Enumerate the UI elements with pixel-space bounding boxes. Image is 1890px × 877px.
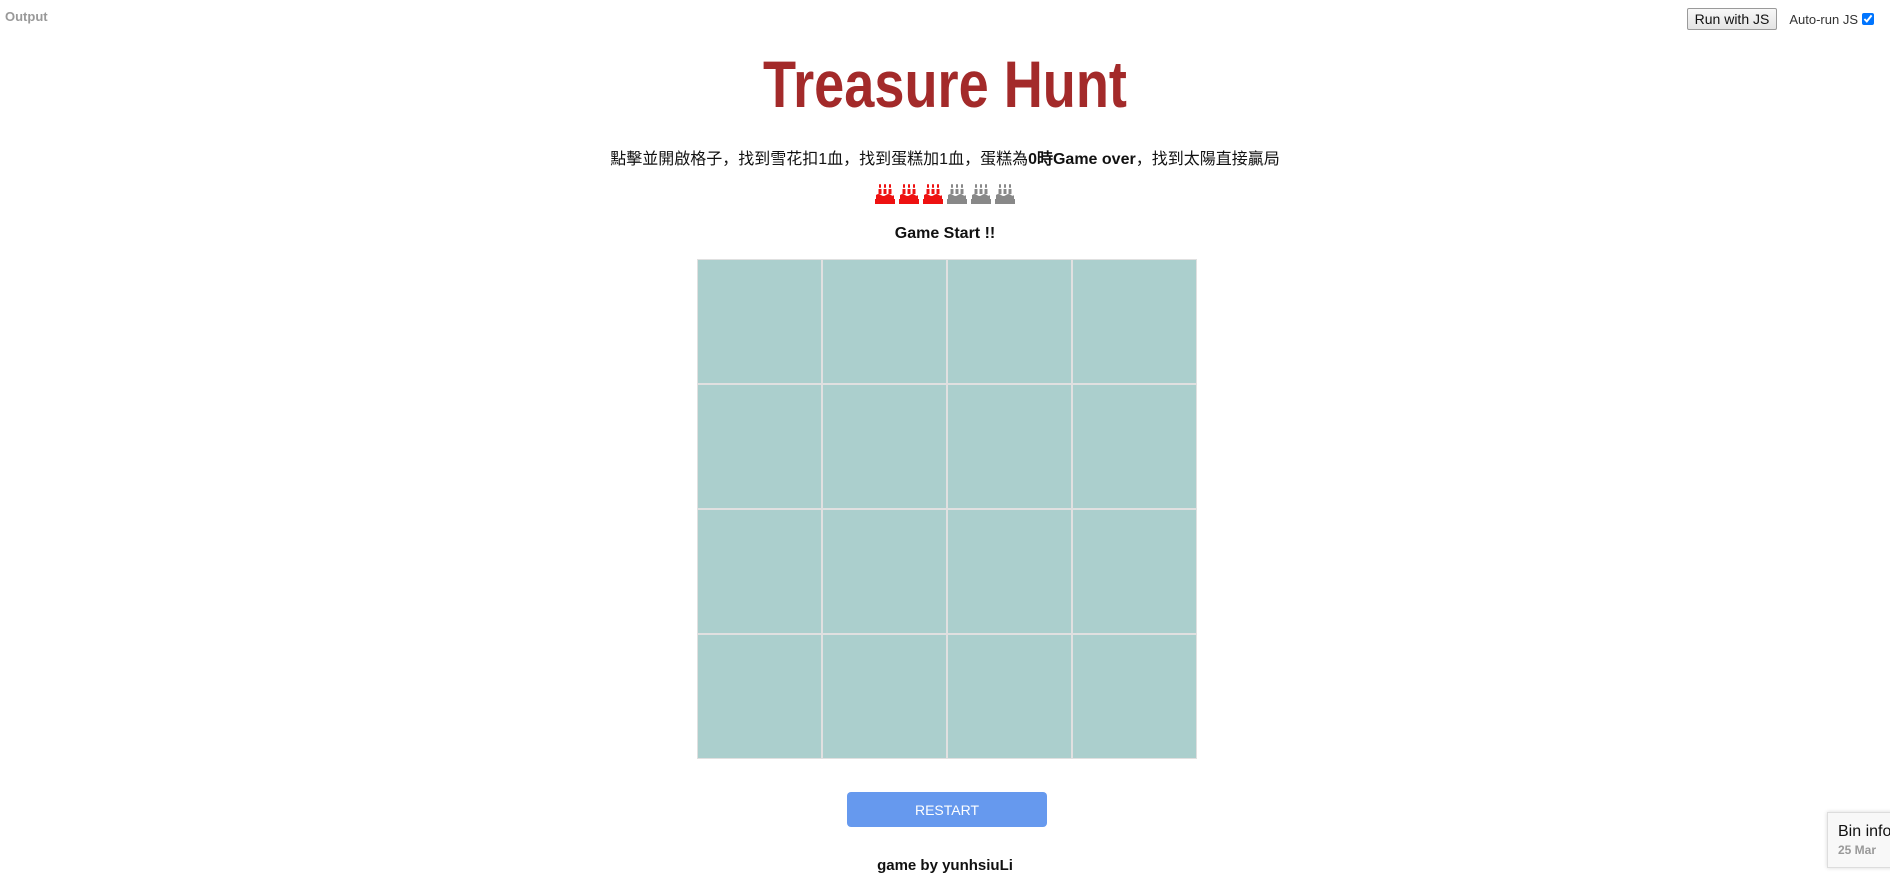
autorun-checkbox[interactable]: [1862, 13, 1874, 25]
game-status: Game Start !!: [894, 225, 996, 242]
restart-button[interactable]: RESTART: [847, 792, 1047, 827]
board-cell[interactable]: [1073, 260, 1196, 383]
cake-icon: [971, 183, 991, 205]
lives-bar: [0, 183, 1890, 205]
cake-icon: [923, 183, 943, 205]
board-cell[interactable]: [698, 260, 821, 383]
board-cell[interactable]: [948, 260, 1071, 383]
cake-icon: [875, 183, 895, 205]
board-cell[interactable]: [948, 510, 1071, 633]
board-cell[interactable]: [823, 510, 946, 633]
board-cell[interactable]: [698, 510, 821, 633]
game-credit: game by yunhsiuLi: [877, 857, 1013, 874]
autorun-toggle[interactable]: Auto-run JS: [1789, 12, 1874, 27]
board-cell[interactable]: [1073, 510, 1196, 633]
board-cell[interactable]: [1073, 385, 1196, 508]
instructions-part3: ，找到太陽直接贏局: [1135, 151, 1280, 168]
game-title: Treasure Hunt: [763, 47, 1127, 121]
bin-info-panel[interactable]: Bin info 25 Mar: [1827, 812, 1890, 868]
cake-icon: [947, 183, 967, 205]
cake-icon: [899, 183, 919, 205]
board-cell[interactable]: [948, 635, 1071, 758]
instructions-part1: 點擊並開啟格子，找到雪花扣1血，找到蛋糕加1血，蛋糕為: [610, 151, 1029, 168]
cake-icon: [995, 183, 1015, 205]
autorun-label: Auto-run JS: [1789, 11, 1858, 27]
game-board: [697, 259, 1197, 759]
game-instructions: 點擊並開啟格子，找到雪花扣1血，找到蛋糕加1血，蛋糕為0時Game over，找…: [0, 145, 1890, 169]
bin-info-title: Bin info: [1838, 823, 1890, 840]
board-cell[interactable]: [823, 385, 946, 508]
board-cell[interactable]: [1073, 635, 1196, 758]
bin-info-date: 25 Mar: [1838, 843, 1877, 857]
board-cell[interactable]: [698, 385, 821, 508]
output-label: Output: [5, 9, 48, 24]
board-cell[interactable]: [948, 385, 1071, 508]
editor-toolbar: Run with JS Auto-run JS: [1686, 8, 1874, 30]
board-cell[interactable]: [823, 260, 946, 383]
board-cell[interactable]: [823, 635, 946, 758]
instructions-part2: 0時Game over: [1028, 151, 1136, 168]
board-cell[interactable]: [698, 635, 821, 758]
run-with-js-button[interactable]: Run with JS: [1686, 8, 1778, 30]
